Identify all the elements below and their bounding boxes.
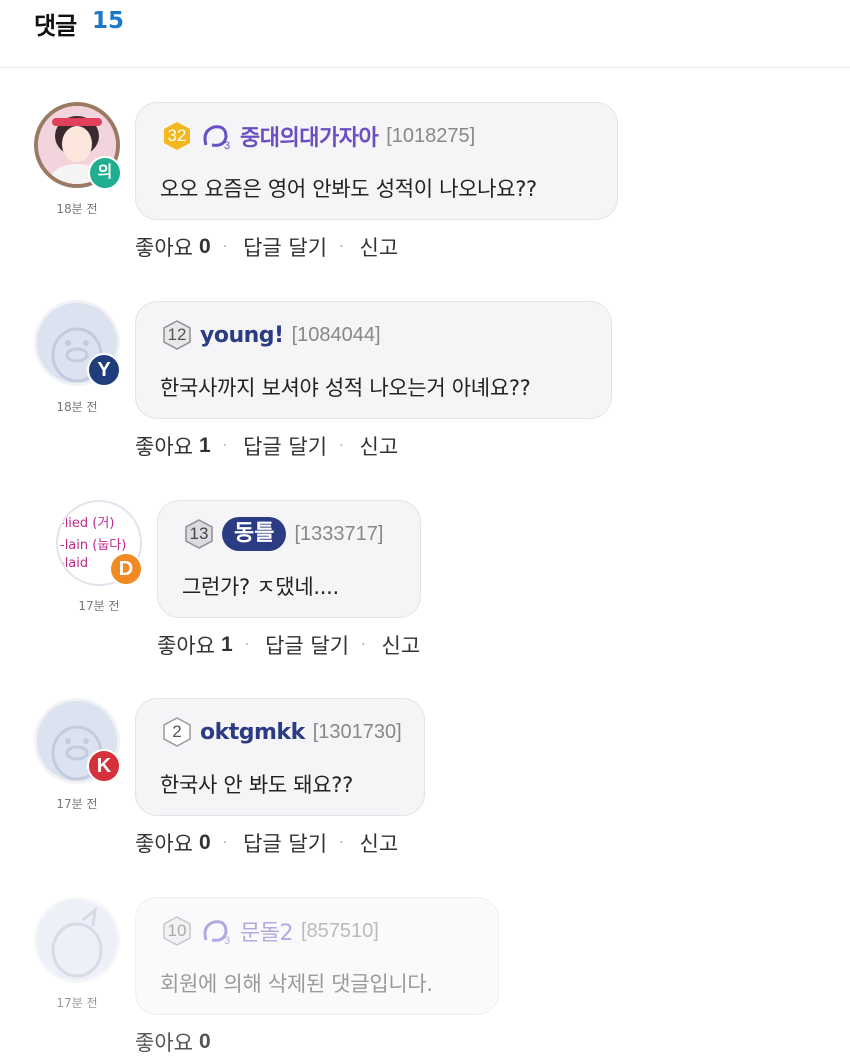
like-count: 1 <box>198 434 211 457</box>
avatar-badge: 의 <box>88 156 122 190</box>
comment-bubble: 10 3 문돌2 [857510] 회원에 의해 삭제된 댓글입니다. <box>135 897 499 1015</box>
o3-generation-icon: 3 <box>203 125 230 151</box>
user-id: [1333717] <box>294 522 384 545</box>
level-badge: 2 <box>162 717 192 747</box>
separator-dot: · <box>222 239 228 255</box>
nickname-link[interactable]: 동틀 <box>222 517 287 551</box>
comment-meta: 32 3 중대의대가자아 [1018275] <box>162 119 475 153</box>
level-badge: 32 <box>162 121 192 151</box>
comment-text: 한국사 안 봐도 돼요?? <box>160 773 353 797</box>
like-button[interactable]: 좋아요 <box>135 828 193 858</box>
separator-dot: · <box>339 835 344 851</box>
level-badge: 13 <box>184 519 214 549</box>
comment-meta: 2 oktgmkk [1301730] <box>162 715 402 749</box>
like-count: 1 <box>220 633 233 656</box>
comments-title: 댓글 <box>34 12 77 40</box>
comment-actions: 좋아요 0 · 답글 달기 · 신고 <box>135 828 398 858</box>
separator-dot: · <box>222 438 228 454</box>
report-button[interactable]: 신고 <box>360 431 399 461</box>
reply-button[interactable]: 답글 달기 <box>243 828 327 858</box>
avatar-text-line: -lain (눕다) <box>60 538 127 553</box>
user-avatar[interactable] <box>34 897 120 983</box>
comment-actions: 좋아요 0 · 답글 달기 · 신고 <box>135 232 398 262</box>
reply-button[interactable]: 답글 달기 <box>265 630 349 660</box>
comment-actions: 좋아요 0 <box>135 1027 211 1057</box>
report-button[interactable]: 신고 <box>382 630 421 660</box>
report-button[interactable]: 신고 <box>360 828 399 858</box>
like-button[interactable]: 좋아요 <box>135 431 193 461</box>
avatar-text-line: -laid <box>60 556 89 571</box>
user-id: [857510] <box>300 919 379 942</box>
comment-time: 18분 전 <box>56 400 98 414</box>
comment-bubble: 2 oktgmkk [1301730] 한국사 안 봐도 돼요?? <box>135 698 425 816</box>
avatar-badge: D <box>109 552 143 586</box>
avatar-badge: Y <box>87 353 121 387</box>
comment-meta: 12 young! [1084044] <box>162 318 381 352</box>
comments-count: 15 <box>92 8 125 34</box>
comment-text: 회원에 의해 삭제된 댓글입니다. <box>160 972 433 996</box>
default-avatar-icon <box>37 900 117 980</box>
svg-text:3: 3 <box>224 935 230 946</box>
nickname-link[interactable]: 문돌2 <box>240 915 293 947</box>
comment-actions: 좋아요 1 · 답글 달기 · 신고 <box>135 431 398 461</box>
like-button[interactable]: 좋아요 <box>135 1027 193 1057</box>
o3-generation-icon: 3 <box>203 920 230 946</box>
separator-dot: · <box>339 239 344 255</box>
comment-text: 오오 요즘은 영어 안봐도 성적이 나오나요?? <box>160 177 537 201</box>
nickname-link[interactable]: oktgmkk <box>200 720 305 745</box>
separator-dot: · <box>339 438 344 454</box>
level-badge: 10 <box>162 916 192 946</box>
nickname-link[interactable]: young! <box>200 323 284 348</box>
comment-meta: 13 동틀 [1333717] <box>184 517 383 551</box>
avatar-text-line: -lied (거) <box>60 516 115 531</box>
like-button[interactable]: 좋아요 <box>135 232 193 262</box>
like-count: 0 <box>198 831 211 854</box>
comment-meta: 10 3 문돌2 [857510] <box>162 914 379 948</box>
reply-button[interactable]: 답글 달기 <box>243 431 327 461</box>
svg-text:3: 3 <box>224 140 230 151</box>
comments-header: 댓글 15 <box>0 0 850 68</box>
avatar-badge: K <box>87 749 121 783</box>
user-id: [1084044] <box>291 323 381 346</box>
level-badge: 12 <box>162 320 192 350</box>
reply-button[interactable]: 답글 달기 <box>243 232 327 262</box>
comment-time: 17분 전 <box>56 996 98 1010</box>
like-count: 0 <box>198 1030 211 1053</box>
separator-dot: · <box>222 835 228 851</box>
comment-time: 17분 전 <box>78 599 120 613</box>
user-id: [1018275] <box>386 124 476 147</box>
like-button[interactable]: 좋아요 <box>157 630 215 660</box>
comment-actions: 좋아요 1 · 답글 달기 · 신고 <box>157 630 420 660</box>
user-id: [1301730] <box>312 720 402 743</box>
separator-dot: · <box>361 637 366 653</box>
comment-text: 그런가? ㅈ댔네.... <box>182 575 339 599</box>
separator-dot: · <box>244 637 250 653</box>
report-button[interactable]: 신고 <box>360 232 399 262</box>
like-count: 0 <box>198 235 211 258</box>
comment-text: 한국사까지 보셔야 성적 나오는거 아녜요?? <box>160 376 531 400</box>
nickname-link[interactable]: 중대의대가자아 <box>240 120 379 152</box>
comment-time: 18분 전 <box>56 202 98 216</box>
comment-bubble: 13 동틀 [1333717] 그런가? ㅈ댔네.... <box>157 500 421 618</box>
comment-bubble: 32 3 중대의대가자아 [1018275] 오오 요즘은 영어 안봐도 성적이… <box>135 102 618 220</box>
comment-time: 17분 전 <box>56 797 98 811</box>
comment-bubble: 12 young! [1084044] 한국사까지 보셔야 성적 나오는거 아녜… <box>135 301 612 419</box>
